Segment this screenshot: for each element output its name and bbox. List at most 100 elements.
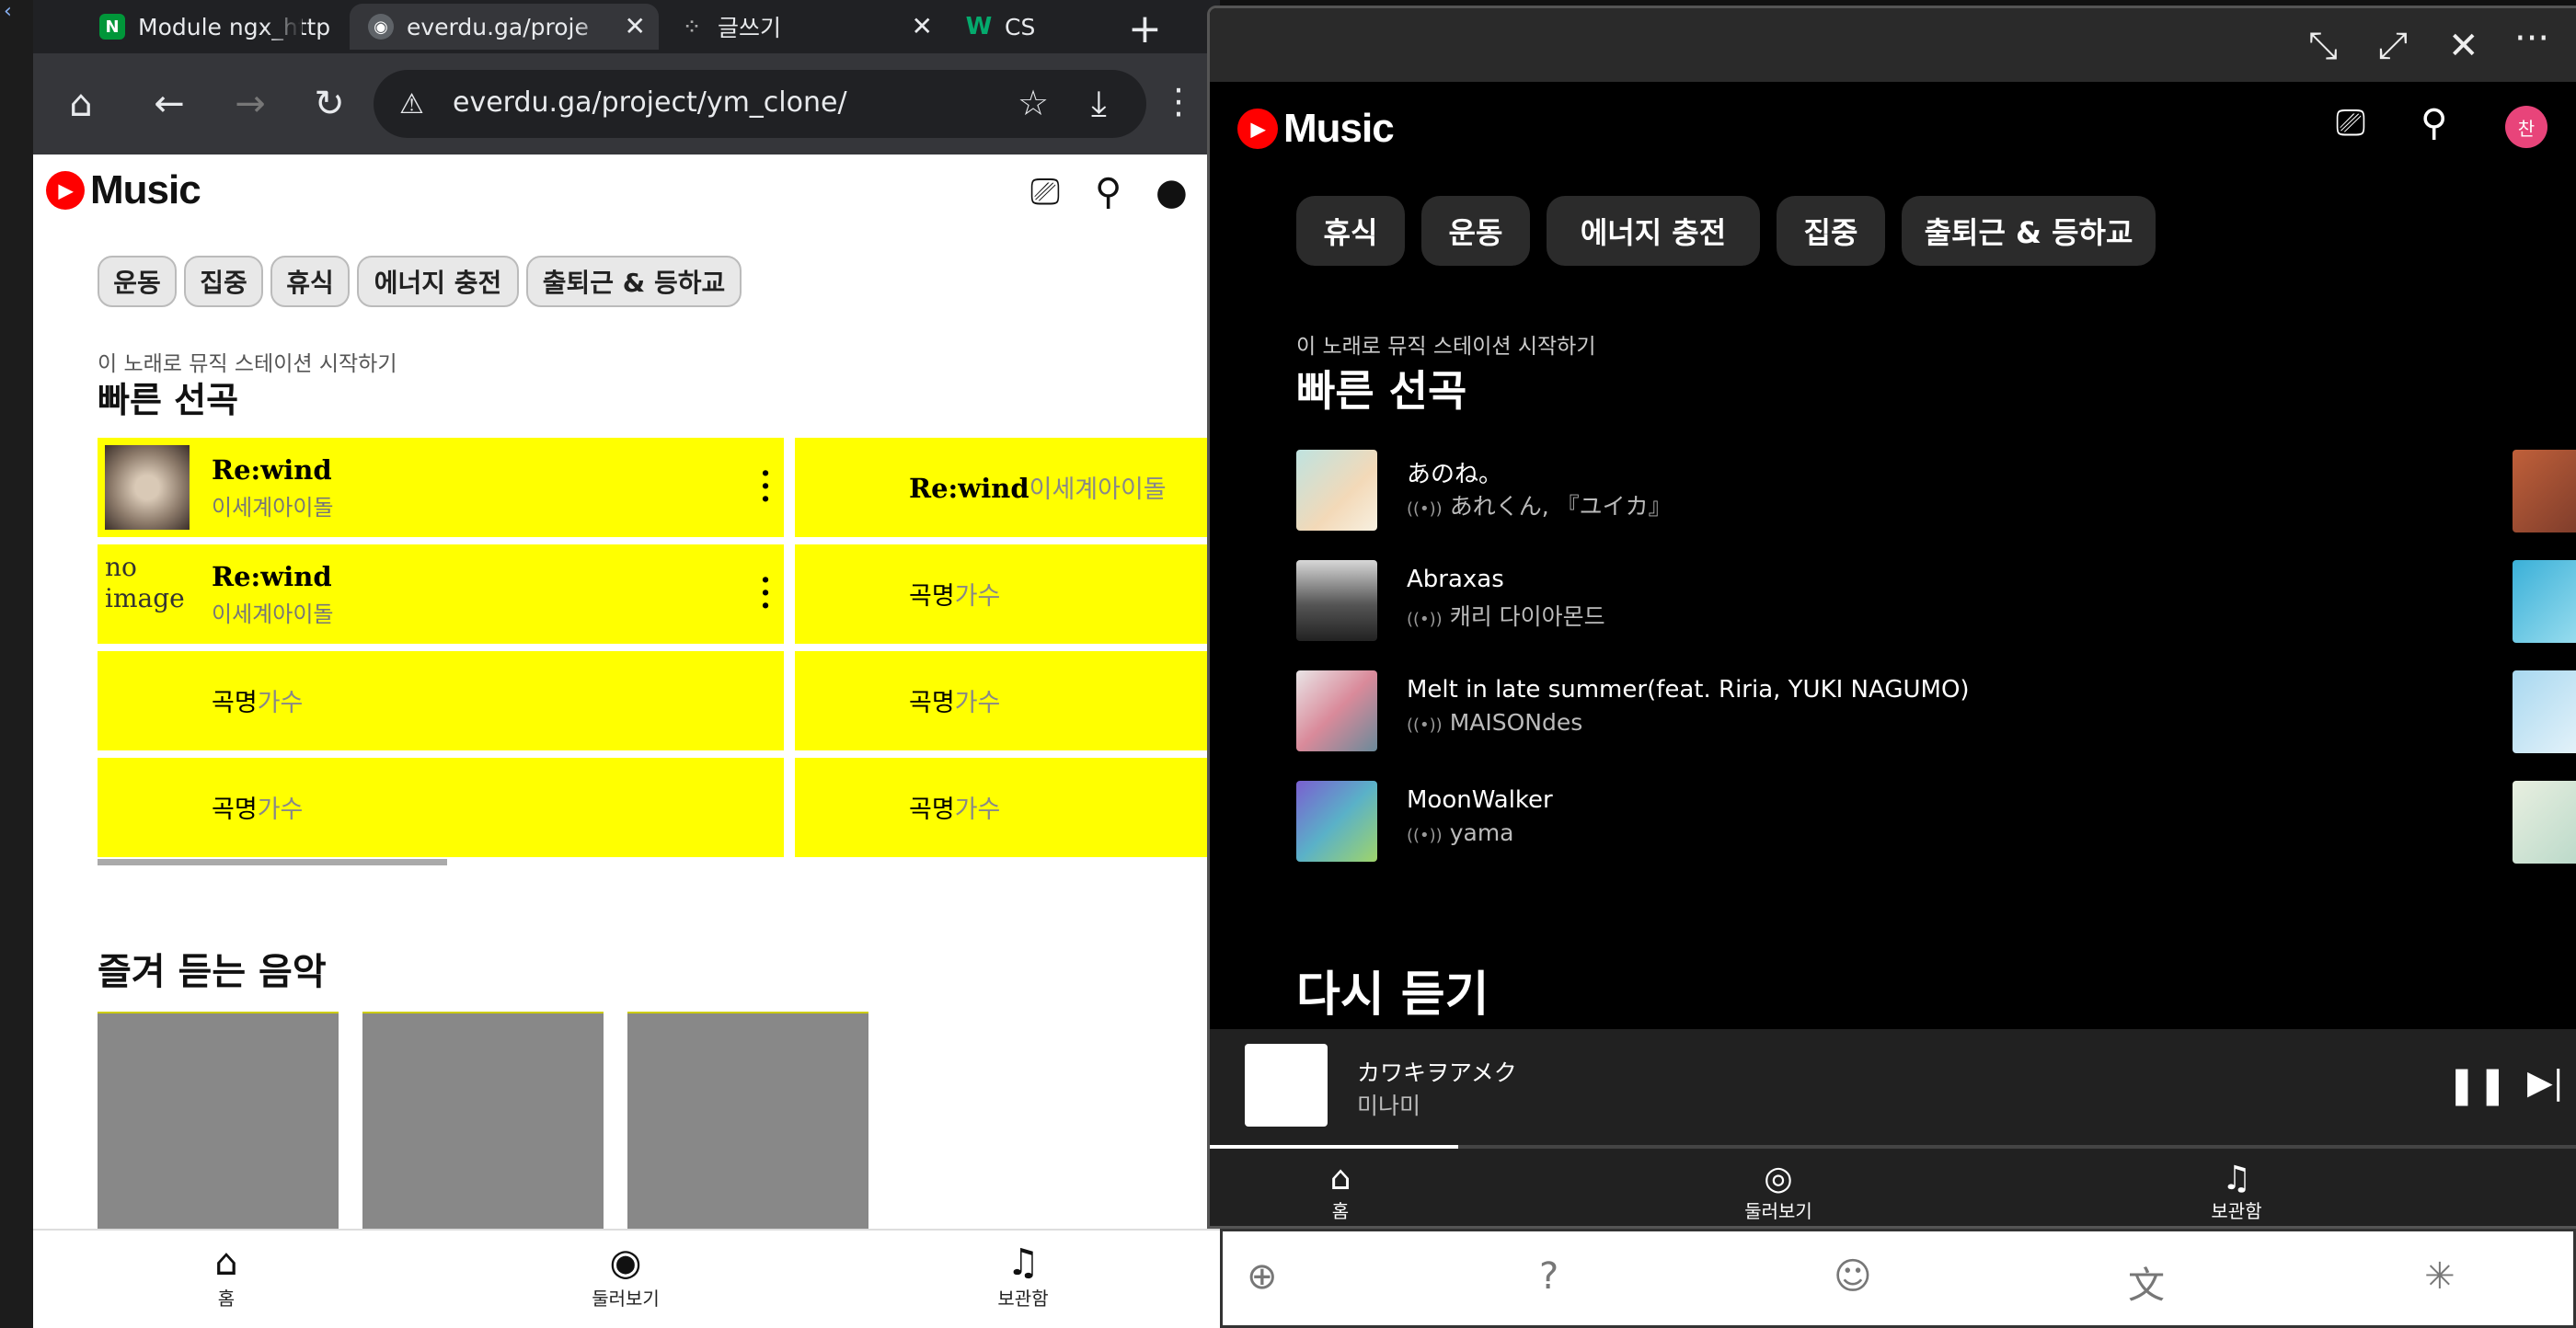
chevron-left-icon[interactable]: ‹ xyxy=(4,0,12,23)
chip-focus[interactable]: 집중 xyxy=(1777,196,1885,266)
url-text[interactable]: everdu.ga/project/ym_clone/ xyxy=(453,86,847,119)
chip-energize[interactable]: 에너지 충전 xyxy=(1547,196,1760,266)
search-icon[interactable]: ⚲ xyxy=(2421,102,2447,144)
minimize-icon[interactable]: ⤡ xyxy=(2308,25,2338,67)
search-icon[interactable]: ⚲ xyxy=(1095,171,1121,213)
globe-icon: ◉ xyxy=(368,14,394,40)
star-icon[interactable]: ☆ xyxy=(1018,83,1049,123)
tab-fade xyxy=(576,4,613,50)
radio-icon: ((•)) xyxy=(1407,826,1443,845)
chip-relax[interactable]: 휴식 xyxy=(1296,196,1405,266)
track-title: Melt in late summer(feat. Riria, YUKI NA… xyxy=(1407,676,1970,704)
track-artist: MAISONdes xyxy=(1449,709,1583,736)
emoji-icon[interactable]: ☺ xyxy=(1834,1255,1872,1298)
browser-toolbar: ⌂ ← → ↻ ⚠ everdu.ga/project/ym_clone/ ☆ … xyxy=(33,53,1220,155)
quick-pick-item[interactable]: 곡명가수 xyxy=(795,544,1220,644)
chip-focus[interactable]: 집중 xyxy=(184,256,263,307)
track-artist-line: ((•)) yama xyxy=(1407,819,1514,846)
favorite-card[interactable] xyxy=(98,1012,339,1251)
tab-write[interactable]: ⁘ 글쓰기 ✕ xyxy=(661,4,946,50)
tab-nginx[interactable]: N Module ngx_http xyxy=(81,4,348,50)
cast-icon[interactable]: ⎚ xyxy=(1030,171,1060,213)
now-playing-title: カワキヲアメク xyxy=(1357,1059,1517,1086)
close-icon[interactable]: ✕ xyxy=(625,11,646,41)
nav-explore[interactable]: ◎ 둘러보기 xyxy=(1705,1160,1852,1223)
chip-commute[interactable]: 출퇴근 & 등하교 xyxy=(526,256,742,307)
track-artist: 가수 xyxy=(257,689,304,717)
close-icon[interactable]: ✕ xyxy=(912,11,933,41)
help-icon[interactable]: ? xyxy=(1539,1255,1558,1298)
nav-home[interactable]: ⌂ 홈 xyxy=(1267,1160,1414,1223)
track-line: 곡명가수 xyxy=(212,682,303,718)
reload-icon[interactable]: ↻ xyxy=(302,81,357,127)
maximize-icon[interactable]: ⤢ xyxy=(2378,25,2408,67)
skip-next-icon[interactable]: ▶| xyxy=(2527,1064,2564,1102)
chip-workout[interactable]: 운동 xyxy=(1421,196,1530,266)
yt-music-logo[interactable]: ▶ Music xyxy=(46,167,201,213)
next-column-art[interactable] xyxy=(2513,560,2576,643)
menu-dots-icon[interactable]: ⋮ xyxy=(1161,81,1196,121)
quick-pick-item[interactable]: 곡명가수 xyxy=(98,651,784,750)
compass-icon: ◎ xyxy=(1764,1160,1793,1197)
home-icon[interactable]: ⌂ xyxy=(53,81,109,127)
yt-music-logo[interactable]: ▶ Music xyxy=(1237,106,1395,152)
track-row[interactable]: Abraxas ((•))캐리 다이아몬드 ··· xyxy=(1296,549,2530,650)
horizontal-scrollbar[interactable] xyxy=(98,859,447,865)
pause-icon[interactable]: ❚❚ xyxy=(2446,1064,2508,1106)
nav-library[interactable]: ♫ 보관함 xyxy=(2163,1160,2310,1223)
more-vert-icon[interactable]: ··· xyxy=(760,458,771,515)
translate-icon[interactable]: 文 xyxy=(2128,1255,2165,1309)
new-tab-icon[interactable]: + xyxy=(1128,6,1162,52)
forward-icon[interactable]: → xyxy=(223,81,278,127)
next-column-art[interactable] xyxy=(2513,450,2576,532)
more-horiz-icon[interactable]: ··· xyxy=(2514,17,2549,60)
quick-pick-item[interactable]: no image Re:wind 이세계아이돌 · · · xyxy=(98,544,784,644)
track-line: 곡명가수 xyxy=(909,682,1000,718)
tab-everdu[interactable]: ◉ everdu.ga/proje ✕ xyxy=(350,4,659,50)
quick-pick-item[interactable]: 곡명가수 xyxy=(795,758,1220,857)
tab-label: everdu.ga/proje xyxy=(407,13,589,40)
warning-icon[interactable]: ⚠ xyxy=(399,88,424,120)
quick-picks-subtitle: 이 노래로 뮤직 스테이션 시작하기 xyxy=(1296,335,1596,359)
address-bar[interactable]: ⚠ everdu.ga/project/ym_clone/ ☆ ⤓ xyxy=(374,70,1146,138)
quick-pick-item[interactable]: 곡명가수 xyxy=(98,758,784,857)
track-artist: 이세계아이돌 xyxy=(212,495,334,521)
add-circle-icon[interactable]: ⊕ xyxy=(1247,1255,1278,1298)
sparkle-icon[interactable]: ✳ xyxy=(2424,1255,2455,1298)
favorite-card[interactable] xyxy=(362,1012,604,1251)
account-icon[interactable]: ● xyxy=(1156,171,1188,213)
radio-icon: ((•)) xyxy=(1407,499,1443,519)
chip-energize[interactable]: 에너지 충전 xyxy=(357,256,519,307)
radio-icon: ((•)) xyxy=(1407,716,1443,735)
nav-library[interactable]: ♫ 보관함 xyxy=(949,1242,1097,1311)
track-artist: yama xyxy=(1449,819,1514,846)
quick-pick-item[interactable]: Re:wind이세계아이돌 xyxy=(795,438,1220,537)
close-icon[interactable]: ✕ xyxy=(2448,25,2479,67)
mini-player[interactable]: カワキヲアメク 미나미 ❚❚ ▶| xyxy=(1210,1029,2576,1145)
download-icon[interactable]: ⤓ xyxy=(1091,83,1107,124)
more-vert-icon[interactable]: ··· xyxy=(760,565,771,622)
chip-workout[interactable]: 운동 xyxy=(98,256,177,307)
tab-w3schools[interactable]: W CS xyxy=(948,4,1076,50)
track-artist: あれくん, 『ユイカ』 xyxy=(1449,493,1672,520)
back-icon[interactable]: ← xyxy=(142,81,197,127)
quick-pick-item[interactable]: Re:wind 이세계아이돌 · · · xyxy=(98,438,784,537)
track-title: Re:wind xyxy=(212,561,332,592)
next-column-art[interactable] xyxy=(2513,670,2576,753)
nav-label: 둘러보기 xyxy=(592,1288,660,1310)
track-row[interactable]: MoonWalker ((•))yama ··· xyxy=(1296,770,2530,871)
chip-relax[interactable]: 휴식 xyxy=(270,256,350,307)
chip-commute[interactable]: 출퇴근 & 등하교 xyxy=(1902,196,2156,266)
now-playing-artist: 미나미 xyxy=(1357,1093,1421,1119)
quick-pick-item[interactable]: 곡명가수 xyxy=(795,651,1220,750)
nav-home[interactable]: ⌂ 홈 xyxy=(153,1242,300,1311)
avatar-initial: 찬 xyxy=(2517,117,2536,140)
cast-icon[interactable]: ⎚ xyxy=(2336,102,2365,144)
track-row[interactable]: Melt in late summer(feat. Riria, YUKI NA… xyxy=(1296,659,2530,761)
next-column-art[interactable] xyxy=(2513,781,2576,864)
nav-explore[interactable]: ◉ 둘러보기 xyxy=(552,1242,699,1311)
track-row[interactable]: あのね。 ((•))あれくん, 『ユイカ』 ··· xyxy=(1296,439,2530,540)
app-header: ▶ Music ⎚ ⚲ 찬 xyxy=(1210,82,2576,170)
avatar[interactable]: 찬 xyxy=(2505,106,2547,148)
favorite-card[interactable] xyxy=(627,1012,868,1251)
